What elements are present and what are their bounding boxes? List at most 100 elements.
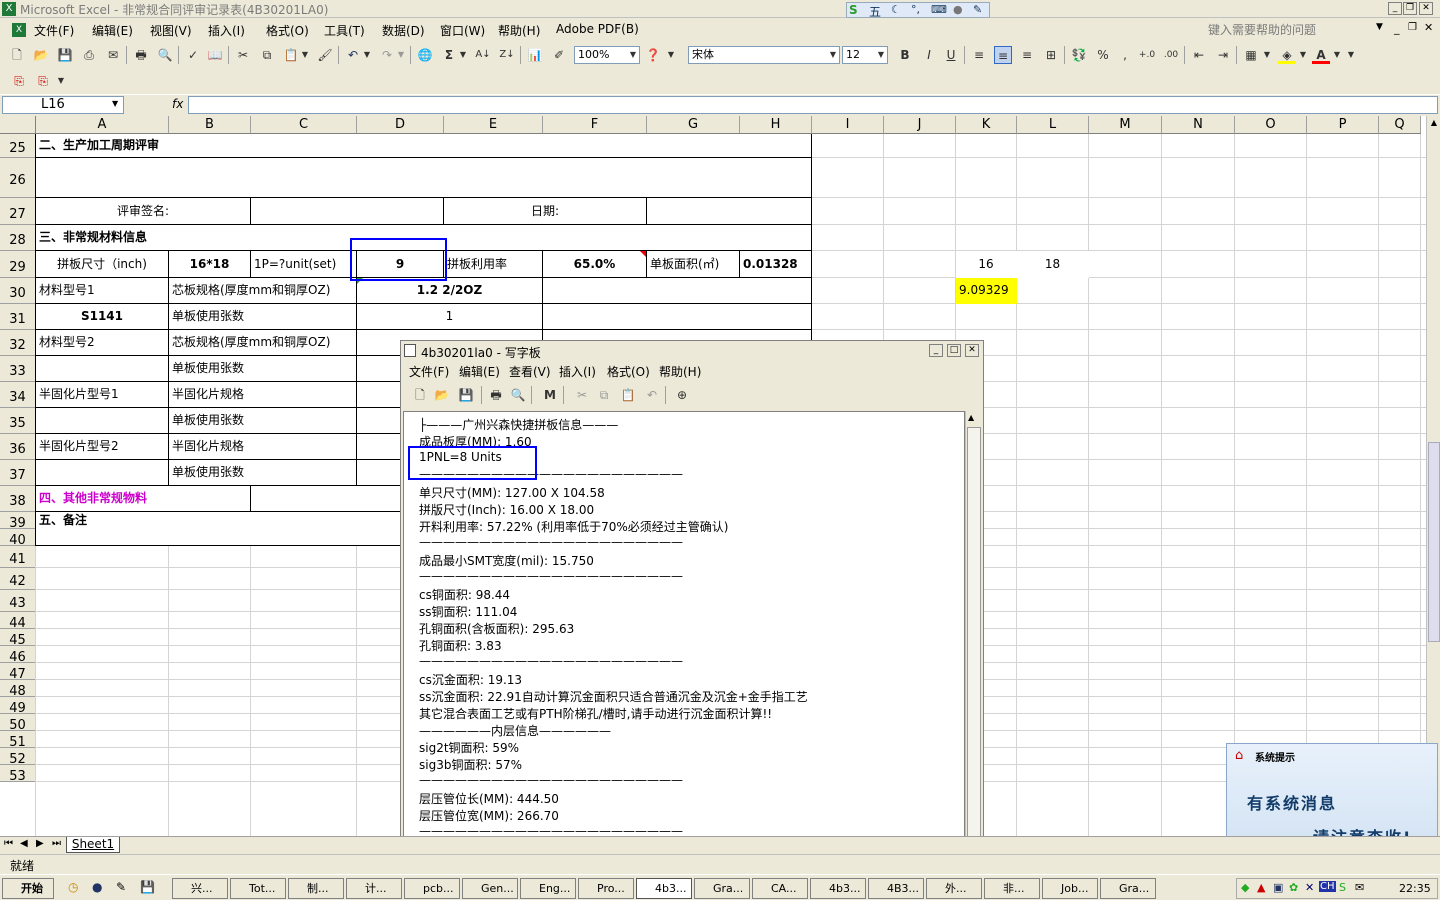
menu-help[interactable]: 帮助(H) (498, 22, 540, 39)
excel-restore-button[interactable]: ❐ (1403, 2, 1417, 15)
cell[interactable]: 18 (1017, 251, 1089, 278)
chart-wizard-icon[interactable]: 📊 (526, 46, 544, 64)
ime-moon-icon[interactable]: ☾ (891, 3, 901, 16)
row-header[interactable]: 50 (0, 714, 36, 733)
menu-data[interactable]: 数据(D) (382, 22, 425, 39)
cell[interactable]: 材料型号1 (36, 278, 169, 304)
taskbar-item[interactable]: Pro... (578, 878, 634, 899)
font-name-dropdown-icon[interactable]: ▼ (828, 46, 838, 64)
font-color-icon[interactable]: A (1312, 46, 1330, 64)
select-all-corner[interactable] (0, 116, 36, 134)
wp-undo-icon[interactable]: ↶ (643, 386, 661, 404)
row-header[interactable]: 53 (0, 765, 36, 784)
excel-vertical-scrollbar[interactable]: ▲ (1426, 116, 1440, 836)
tray-mail-icon[interactable]: ✉ (1355, 881, 1364, 894)
taskbar-item[interactable]: Gra... (1100, 878, 1156, 899)
tray-icon[interactable]: ◆ (1241, 881, 1249, 894)
format-painter-icon[interactable]: 🖌 (316, 46, 334, 64)
wordpad-vertical-scrollbar[interactable]: ▲ (965, 411, 981, 875)
menu-insert[interactable]: 插入(I) (208, 22, 245, 39)
row-header[interactable]: 35 (0, 408, 36, 434)
cell[interactable]: 65.0% (543, 251, 647, 278)
cell[interactable]: 拼板利用率 (444, 251, 543, 278)
font-color-dropdown-icon[interactable]: ▼ (1332, 46, 1342, 64)
tray-sogou-icon[interactable]: S (1339, 881, 1346, 894)
wordpad-menu-edit[interactable]: 编辑(E) (459, 363, 500, 380)
wordpad-menu-insert[interactable]: 插入(I) (559, 363, 596, 380)
row-header[interactable]: 29 (0, 251, 36, 278)
cell[interactable] (647, 198, 812, 225)
autosum-icon[interactable]: Σ (440, 46, 458, 64)
row-header[interactable]: 36 (0, 434, 36, 460)
row-header[interactable]: 39 (0, 512, 36, 531)
copy-icon[interactable]: ⧉ (258, 46, 276, 64)
increase-decimal-icon[interactable]: +.0 (1138, 46, 1156, 64)
row-header[interactable]: 46 (0, 646, 36, 665)
wordpad-close-button[interactable]: ✕ (965, 344, 979, 357)
undo-icon[interactable]: ↶ (344, 46, 362, 64)
convert-pdf-email-icon[interactable]: ⎘ (34, 72, 52, 90)
column-header[interactable]: F (543, 116, 647, 134)
tray-network-icon[interactable]: ▣ (1273, 881, 1283, 894)
cell[interactable]: 二、生产加工周期评审 (36, 134, 812, 158)
ime-wrench-icon[interactable]: ✎ (973, 3, 982, 16)
cell[interactable] (251, 198, 444, 225)
align-left-icon[interactable]: ≡ (970, 46, 988, 64)
fill-color-dropdown-icon[interactable]: ▼ (1298, 46, 1308, 64)
cell[interactable]: 16 (956, 251, 1017, 278)
wp-scroll-up-arrow[interactable]: ▲ (968, 413, 974, 422)
doc-minimize-button[interactable]: _ (1394, 22, 1400, 35)
drawing-icon[interactable]: ✐ (550, 46, 568, 64)
menu-format[interactable]: 格式(O) (266, 22, 309, 39)
column-header[interactable]: G (647, 116, 740, 134)
font-name-select[interactable]: 宋体 (688, 46, 840, 64)
convert-pdf-icon[interactable]: ⎘ (10, 72, 28, 90)
fx-icon[interactable]: fx (172, 97, 183, 111)
cell[interactable]: 16*18 (169, 251, 251, 278)
help-dropdown-icon[interactable]: ▼ (1376, 22, 1383, 32)
redo-dropdown-icon[interactable]: ▼ (396, 46, 406, 64)
align-right-icon[interactable]: ≡ (1018, 46, 1036, 64)
print-icon[interactable]: 🖶 (132, 46, 150, 64)
wp-open-icon[interactable]: 📂 (433, 386, 451, 404)
formula-input[interactable] (188, 96, 1438, 114)
row-header[interactable]: 37 (0, 460, 36, 486)
redo-icon[interactable]: ↷ (378, 46, 396, 64)
row-header[interactable]: 47 (0, 663, 36, 682)
cell[interactable] (543, 278, 812, 304)
column-header[interactable]: K (956, 116, 1017, 134)
comment-indicator-icon[interactable] (640, 251, 646, 257)
italic-icon[interactable]: I (920, 46, 938, 64)
align-center-icon[interactable]: ≡ (994, 46, 1012, 64)
cell[interactable]: 评审签名: (36, 198, 251, 225)
cell[interactable]: 芯板规格(厚度mm和铜厚OZ) (169, 330, 357, 356)
research-icon[interactable]: 📖 (206, 46, 224, 64)
cell[interactable]: 半固化片型号2 (36, 434, 169, 460)
row-header[interactable]: 42 (0, 568, 36, 590)
taskbar-item[interactable]: CA... (752, 878, 808, 899)
menu-view[interactable]: 视图(V) (150, 22, 192, 39)
taskbar-item[interactable]: 制... (288, 878, 344, 899)
menu-window[interactable]: 窗口(W) (440, 22, 485, 39)
taskbar-item[interactable]: 计... (346, 878, 402, 899)
cell[interactable]: S1141 (36, 304, 169, 330)
cell[interactable]: 半固化片规格 (169, 382, 357, 408)
comma-icon[interactable]: , (1116, 46, 1134, 64)
wordpad-menu-file[interactable]: 文件(F) (409, 363, 449, 380)
cell[interactable]: 9 (357, 251, 444, 278)
wp-scroll-thumb[interactable] (967, 427, 981, 837)
underline-icon[interactable]: U (942, 46, 960, 64)
spelling-icon[interactable]: ✓ (184, 46, 202, 64)
excel-minimize-button[interactable]: _ (1388, 2, 1402, 15)
wp-save-icon[interactable]: 💾 (457, 386, 475, 404)
row-header[interactable]: 32 (0, 330, 36, 356)
scroll-up-arrow[interactable]: ▲ (1428, 118, 1440, 130)
cell[interactable]: 9.09329 (956, 278, 1017, 304)
column-header[interactable]: I (812, 116, 884, 134)
ime-punct-icon[interactable]: °, (911, 3, 920, 16)
name-box-dropdown-icon[interactable]: ▼ (112, 99, 118, 108)
taskbar-item[interactable]: Gen... (462, 878, 518, 899)
wp-new-icon[interactable]: 🗋 (411, 386, 429, 404)
hyperlink-icon[interactable]: 🌐 (416, 46, 434, 64)
quicklaunch-ie-icon[interactable]: ● (92, 880, 102, 894)
